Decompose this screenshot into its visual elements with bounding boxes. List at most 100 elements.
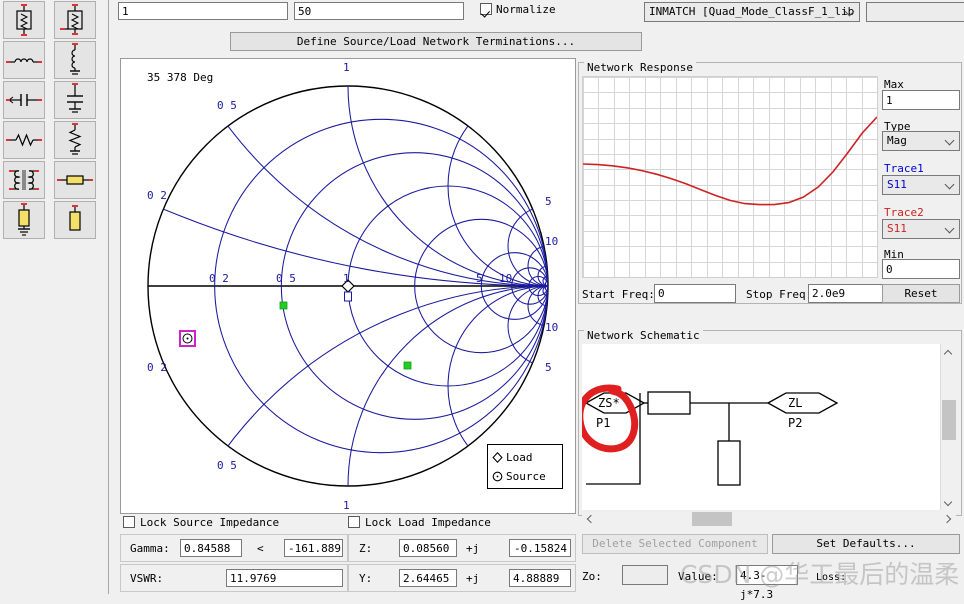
trajectory-marker-1 [403, 361, 412, 370]
shunt-capacitor-icon[interactable] [53, 81, 96, 119]
component-value-row: Zo: Value: 4.3-j*7.3 Loss: [578, 562, 964, 601]
scroll-up-button[interactable] [941, 344, 957, 360]
lock-source-checkbox-box[interactable] [123, 516, 135, 528]
network-schematic-title: Network Schematic [584, 329, 703, 342]
svg-text:0 5: 0 5 [276, 272, 296, 285]
z0-input[interactable]: 50 [294, 2, 464, 20]
top-toolbar: 1 50 Normalize INMATCH [Quad_Mode_ClassF… [110, 0, 964, 54]
z-real-input[interactable]: 0.08560 [399, 539, 457, 557]
shunt-resistor-icon[interactable] [53, 121, 96, 159]
shunt-component [717, 440, 741, 486]
chevron-down-icon [946, 224, 955, 233]
schematic-vertical-scrollbar[interactable] [940, 344, 957, 510]
schematic-horizontal-scrollbar[interactable] [582, 511, 956, 527]
lock-load-checkbox-box[interactable] [348, 516, 360, 528]
open-stub-icon[interactable] [53, 201, 96, 239]
trace2-select[interactable]: S11 [882, 219, 960, 239]
gamma-angle-symbol: < [257, 542, 264, 555]
smith-chart-panel[interactable]: 1 1 0 5 0 2 0 2 0 5 5 10 10 5 0 2 0 5 1 … [120, 58, 576, 514]
y-real-input[interactable]: 2.64465 [399, 569, 457, 587]
zo-input[interactable] [622, 565, 668, 585]
schematic-canvas[interactable]: ZS* P1 ZL P2 [582, 344, 940, 510]
z-label: Z: [359, 542, 373, 555]
shorted-stub-icon[interactable] [3, 201, 45, 239]
trace2-select-value: S11 [887, 222, 907, 235]
z-imag-input[interactable]: -0.15824 [509, 539, 571, 557]
palette-divider [108, 0, 109, 594]
define-terminations-button[interactable]: Define Source/Load Network Terminations.… [230, 32, 642, 51]
y-imag-input[interactable]: 4.88889 [509, 569, 571, 587]
svg-text:1: 1 [343, 61, 350, 74]
series-resistor-box-icon[interactable] [3, 1, 45, 39]
value-input[interactable]: 4.3-j*7.3 [736, 565, 798, 601]
chevron-left-icon [586, 516, 593, 523]
chevron-down-icon [946, 180, 955, 189]
palette-grid [2, 0, 106, 240]
zo-label: Zo: [582, 570, 602, 583]
max-input[interactable]: 1 [882, 90, 960, 110]
loss-label: Loss: [816, 572, 847, 583]
normalize-checkbox-box[interactable] [480, 3, 492, 15]
shunt-resistor-box-icon[interactable] [53, 1, 96, 39]
plot-gridlines [583, 77, 877, 277]
source-marker [179, 330, 196, 347]
sparam-input[interactable]: 1 [118, 2, 288, 20]
load-label: ZL [788, 396, 802, 410]
stop-freq-label: Stop Freq: [746, 288, 813, 301]
delete-component-button[interactable]: Delete Selected Component [582, 534, 768, 554]
load-termination [766, 392, 839, 414]
transmission-line-icon[interactable] [53, 161, 96, 199]
lock-source-label: Lock Source Impedance [140, 516, 280, 529]
lock-load-checkbox[interactable]: Lock Load Impedance [348, 516, 491, 529]
scroll-down-button[interactable] [941, 494, 957, 510]
svg-text:0 2: 0 2 [209, 272, 229, 285]
diamond-icon [492, 451, 503, 464]
vertical-scroll-thumb[interactable] [942, 400, 956, 440]
gamma-group: Gamma: 0.84588 < -161.889 [120, 534, 348, 562]
horizontal-scroll-thumb[interactable] [692, 512, 732, 526]
response-plot-graphic [583, 77, 877, 277]
shunt-inductor-icon[interactable] [53, 41, 96, 79]
svg-text:0 2: 0 2 [147, 189, 167, 202]
transformer-icon[interactable] [3, 161, 45, 199]
y-plusj-label: +j [466, 572, 480, 585]
svg-text:0 5: 0 5 [217, 99, 237, 112]
legend-load-row: Load [492, 448, 562, 467]
type-select[interactable]: Mag [882, 131, 960, 151]
min-input[interactable]: 0 [882, 259, 960, 279]
trace1-select-value: S11 [887, 178, 907, 191]
reset-button[interactable]: Reset [882, 284, 960, 303]
lock-impedance-row: Lock Source Impedance Lock Load Impedanc… [120, 514, 576, 532]
svg-text:5: 5 [476, 272, 483, 285]
chevron-down-icon [945, 499, 952, 506]
angle-readout: 35 378 Deg [147, 71, 214, 84]
vswr-input[interactable]: 11.9769 [226, 569, 343, 587]
scroll-left-button[interactable] [582, 511, 598, 527]
scroll-right-button[interactable] [940, 511, 956, 527]
gamma-angle-input[interactable]: -161.889 [284, 539, 343, 557]
series-capacitor-icon[interactable] [3, 81, 45, 119]
normalize-checkbox[interactable]: Normalize [480, 3, 556, 19]
value-label: Value: [678, 570, 718, 583]
secondary-select[interactable] [866, 2, 964, 22]
schematic-graphic[interactable]: ZS* P1 ZL P2 [582, 344, 940, 510]
source-port-label: P1 [596, 416, 610, 430]
trace1-select[interactable]: S11 [882, 175, 960, 195]
z-plusj-label: +j [466, 542, 480, 555]
lock-load-label: Lock Load Impedance [365, 516, 491, 529]
set-defaults-button[interactable]: Set Defaults... [772, 534, 960, 554]
start-freq-input[interactable]: 0 [654, 284, 736, 303]
response-plot[interactable] [582, 76, 878, 278]
vswr-group: VSWR: 11.9769 [120, 564, 348, 592]
series-inductor-icon[interactable] [3, 41, 45, 79]
network-select[interactable]: INMATCH [Quad_Mode_ClassF_1_lib [644, 2, 860, 22]
normalize-label: Normalize [496, 3, 556, 16]
stop-freq-input[interactable]: 2.0e9 [808, 284, 890, 303]
start-freq-label: Start Freq: [582, 288, 655, 301]
chevron-down-icon [846, 7, 855, 16]
lock-source-checkbox[interactable]: Lock Source Impedance [123, 516, 279, 529]
series-resistor-icon[interactable] [3, 121, 45, 159]
gamma-magnitude-input[interactable]: 0.84588 [180, 539, 242, 557]
legend-source-row: Source [492, 467, 562, 486]
svg-text:0 5: 0 5 [217, 459, 237, 472]
